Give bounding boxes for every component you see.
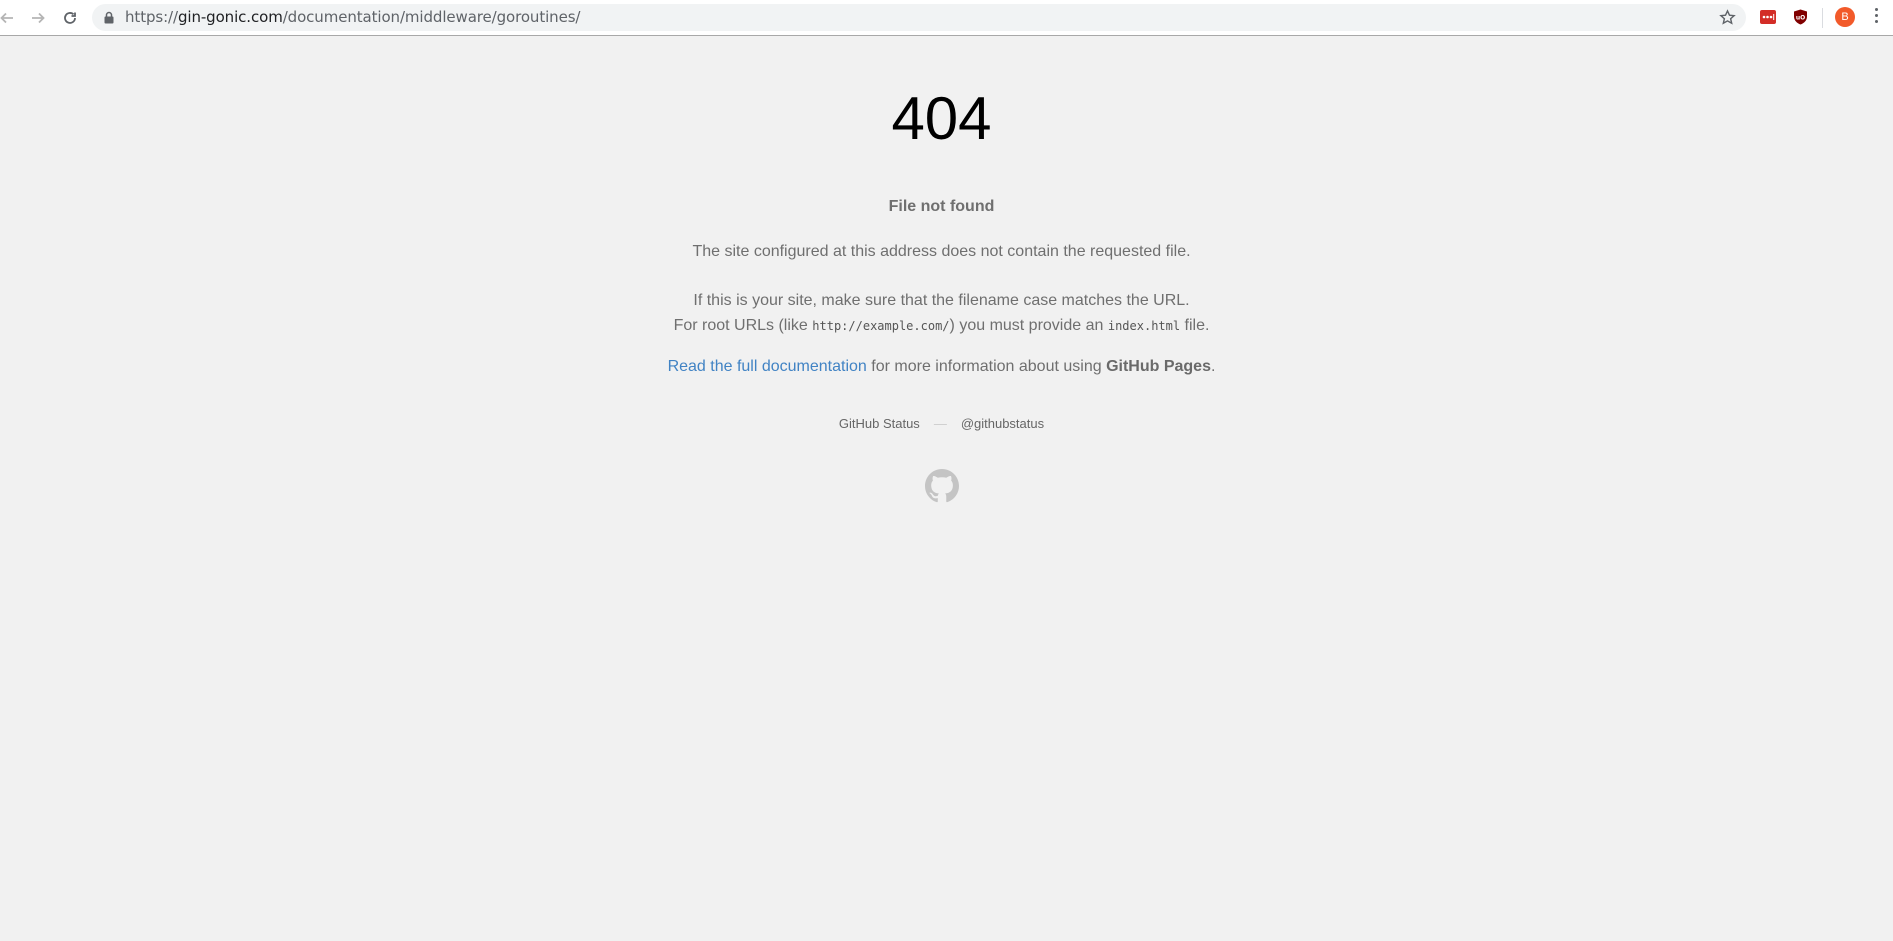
case-hint: If this is your site, make sure that the… [0, 288, 1883, 339]
extension-lastpass[interactable] [1759, 8, 1777, 26]
error-page: 404 File not found The site configured a… [0, 37, 1883, 937]
github-status-link[interactable]: GitHub Status [839, 416, 920, 431]
browser-toolbar: https://gin-gonic.com/documentation/midd… [0, 0, 1893, 36]
docs-line: Read the full documentation for more inf… [0, 358, 1883, 376]
root-middle: ) you must provide an [949, 317, 1108, 334]
github-logo-link[interactable] [925, 469, 959, 503]
arrow-right-icon [32, 12, 45, 24]
index-file-code: index.html [1107, 319, 1181, 333]
documentation-link[interactable]: Read the full documentation [668, 358, 867, 375]
lastpass-icon [1760, 10, 1776, 24]
github-octocat-icon [925, 469, 959, 503]
bookmark-star-icon[interactable] [1719, 9, 1736, 26]
error-code: 404 [891, 85, 992, 152]
back-button[interactable] [0, 7, 18, 29]
profile-avatar[interactable]: B [1835, 7, 1855, 27]
github-pages-label: GitHub Pages [1106, 358, 1211, 375]
root-suffix: file. [1180, 317, 1210, 334]
extension-ublock[interactable]: uO [1791, 8, 1809, 26]
reload-button[interactable] [59, 7, 81, 29]
toolbar-divider [1822, 8, 1823, 28]
docs-middle: for more information about using [866, 358, 1107, 375]
root-example-code: http://example.com/ [812, 319, 950, 333]
svg-text:uO: uO [1795, 15, 1804, 22]
browser-menu-icon[interactable] [1873, 8, 1879, 28]
reload-icon [64, 12, 76, 24]
footer-links: GitHub Status — @githubstatus [0, 416, 1883, 431]
url-path: /documentation/middleware/goroutines/ [282, 8, 581, 26]
url-scheme: https:// [125, 8, 178, 26]
case-line: If this is your site, make sure that the… [693, 292, 1190, 309]
url-host: gin-gonic.com [177, 8, 283, 26]
footer-separator: — [933, 416, 947, 431]
address-bar[interactable]: https://gin-gonic.com/documentation/midd… [92, 4, 1746, 31]
url-text[interactable]: https://gin-gonic.com/documentation/midd… [125, 8, 580, 27]
forward-button[interactable] [27, 7, 49, 29]
githubstatus-twitter-link[interactable]: @githubstatus [961, 416, 1044, 431]
error-headline: File not found [888, 198, 995, 215]
error-message: The site configured at this address does… [692, 243, 1191, 260]
ublock-shield-icon: uO [1793, 9, 1807, 25]
arrow-left-icon [0, 12, 13, 24]
root-prefix: For root URLs (like [673, 317, 813, 334]
docs-end: . [1210, 358, 1216, 375]
lock-icon [104, 11, 114, 24]
